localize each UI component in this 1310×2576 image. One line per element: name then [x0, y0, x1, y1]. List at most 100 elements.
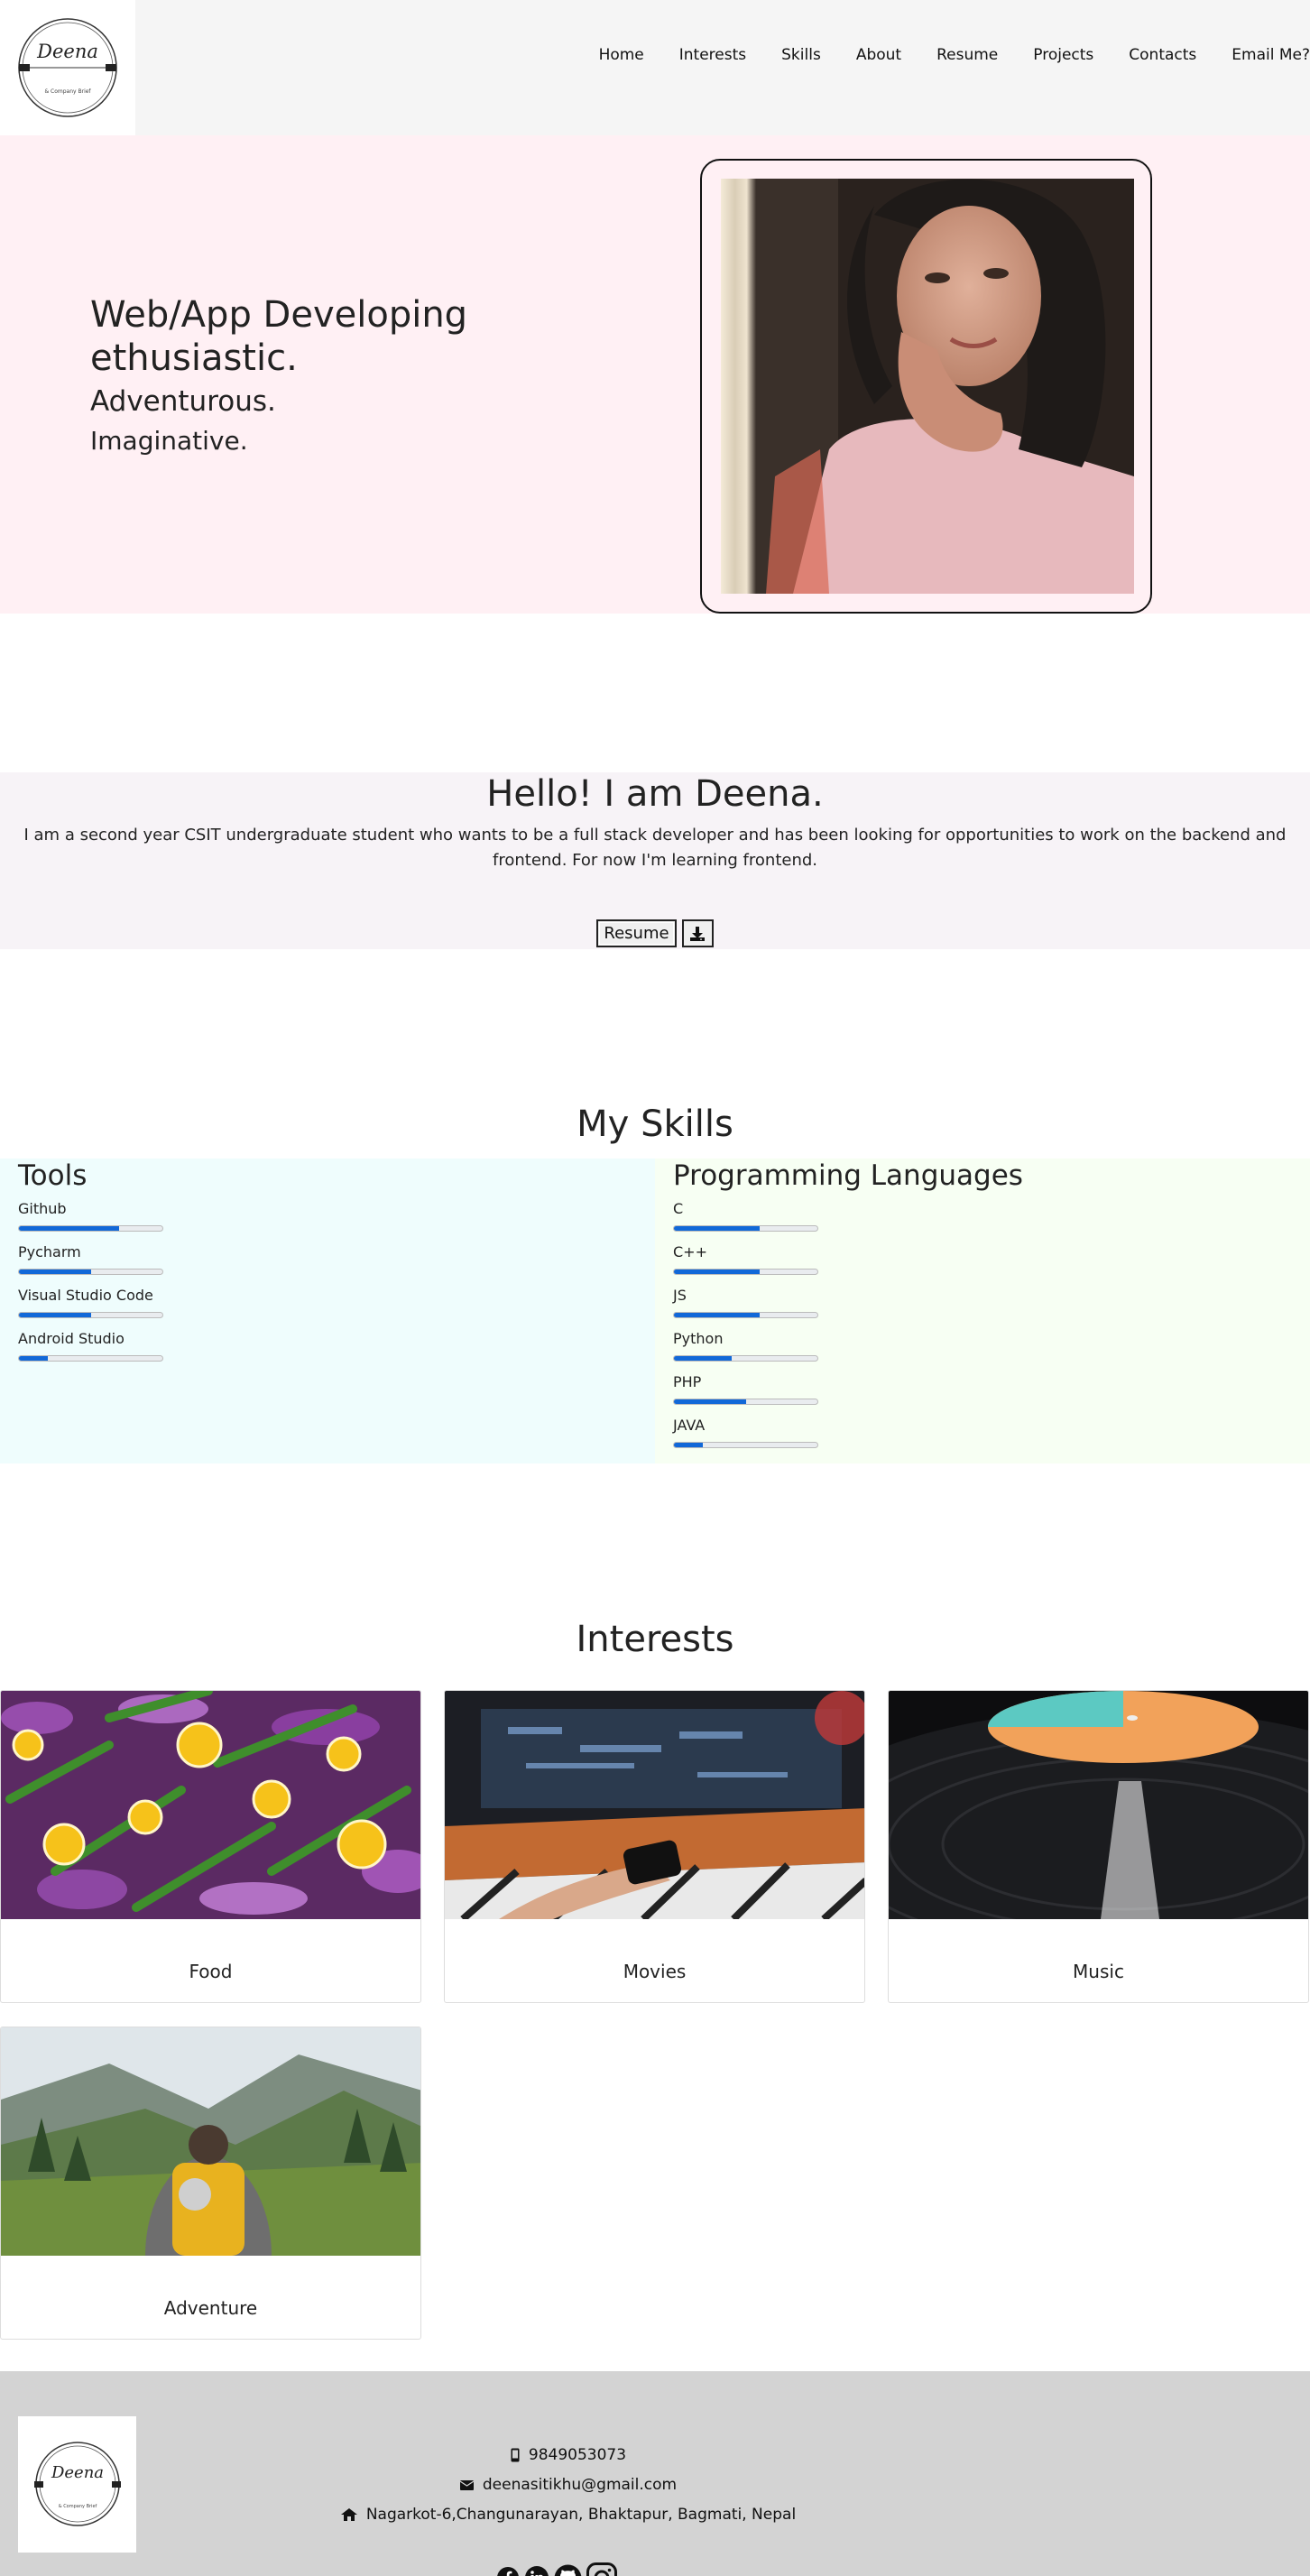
envelope-icon: [459, 2479, 474, 2490]
skill-item: Visual Studio Code: [18, 1287, 163, 1318]
hero-tagline: Web/App Developing ethusiastic.: [90, 294, 468, 379]
hero-photo-frame: [700, 159, 1152, 614]
home-icon: [340, 2508, 357, 2521]
skill-progress-fill: [19, 1226, 120, 1231]
hero-portrait-photo: [721, 179, 1134, 594]
languages-title: Programming Languages: [673, 1159, 1023, 1192]
skill-item: Python: [673, 1330, 818, 1362]
footer-email: deenasitikhu@gmail.com: [0, 2475, 1137, 2496]
deena-logo-graphic: Deena & Company Brief: [18, 18, 117, 117]
footer-phone: 9849053073: [0, 2445, 1137, 2468]
hero-adjective-2: Imaginative.: [90, 426, 248, 456]
food-image: [1, 1691, 420, 1919]
brand-logo[interactable]: Deena & Company Brief: [0, 0, 135, 135]
skills-title: My Skills: [577, 1103, 733, 1145]
tools-title: Tools: [18, 1159, 88, 1192]
email-address[interactable]: deenasitikhu@gmail.com: [483, 2475, 677, 2495]
skill-progress-fill: [674, 1313, 761, 1317]
nav-links: Home Interests Skills About Resume Proje…: [564, 45, 1310, 65]
skill-progress-fill: [19, 1270, 91, 1274]
interest-card-adventure[interactable]: Adventure: [0, 2027, 421, 2340]
nav-link-about[interactable]: About: [856, 45, 901, 65]
phone-number: 9849053073: [528, 2446, 627, 2464]
nav-link-projects[interactable]: Projects: [1033, 45, 1093, 65]
skill-item: JAVA: [673, 1417, 818, 1448]
movies-image: [445, 1691, 864, 1919]
adventure-image: [1, 2027, 420, 2256]
skill-name: Pycharm: [18, 1243, 81, 1260]
skill-progress-bar: [673, 1225, 818, 1232]
hero-adjective-1: Adventurous.: [90, 385, 276, 418]
hero-text: Web/App Developing ethusiastic. Adventur…: [90, 293, 632, 461]
skill-progress-fill: [674, 1399, 746, 1404]
instagram-icon[interactable]: [586, 2562, 617, 2576]
facebook-icon[interactable]: [496, 2566, 520, 2576]
skill-name: Visual Studio Code: [18, 1287, 153, 1304]
skill-progress-bar: [673, 1312, 818, 1318]
skill-progress-fill: [674, 1226, 761, 1231]
music-image: [889, 1691, 1308, 1919]
skill-name: Github: [18, 1200, 67, 1217]
top-navbar: Deena & Company Brief Home Interests Ski…: [0, 0, 1310, 135]
social-links: [496, 2562, 617, 2576]
interest-label: Food: [189, 1961, 233, 1982]
skill-progress-bar: [18, 1225, 163, 1232]
skill-progress-fill: [19, 1313, 91, 1317]
skill-item: C++: [673, 1243, 818, 1275]
skill-name: C++: [673, 1243, 707, 1260]
about-actions: Resume: [0, 919, 1310, 947]
address-text: Nagarkot-6,Changunarayan, Bhaktapur, Bag…: [365, 2506, 797, 2524]
interest-label: Adventure: [163, 2297, 258, 2319]
download-icon: [690, 926, 706, 941]
mobile-phone-icon: [511, 2448, 520, 2462]
skill-name: JS: [673, 1287, 687, 1304]
interest-card-food[interactable]: Food: [0, 1690, 421, 2003]
skill-progress-bar: [673, 1355, 818, 1362]
skill-progress-bar: [18, 1312, 163, 1318]
nav-link-home[interactable]: Home: [599, 45, 644, 65]
svg-text:Deena: Deena: [36, 41, 98, 62]
skill-item: Github: [18, 1200, 163, 1232]
skill-item: C: [673, 1200, 818, 1232]
github-icon[interactable]: [554, 2564, 582, 2576]
nav-link-resume[interactable]: Resume: [936, 45, 998, 65]
nav-link-skills[interactable]: Skills: [781, 45, 821, 65]
skill-name: C: [673, 1200, 684, 1217]
skill-item: Pycharm: [18, 1243, 163, 1275]
interests-title: Interests: [576, 1619, 734, 1660]
skill-name: Python: [673, 1330, 724, 1347]
skill-progress-bar: [18, 1355, 163, 1362]
interest-label: Music: [1073, 1961, 1124, 1982]
skill-progress-bar: [673, 1269, 818, 1275]
footer-address: Nagarkot-6,Changunarayan, Bhaktapur, Bag…: [0, 2505, 1137, 2526]
footer: Deena & Company Brief: [0, 2371, 1310, 2576]
interest-card-movies[interactable]: Movies: [444, 1690, 865, 2003]
skill-progress-fill: [674, 1443, 703, 1447]
linkedin-icon[interactable]: [524, 2565, 549, 2576]
skills-tools-panel: Tools Github Pycharm Visual Studio Code …: [0, 1159, 655, 1463]
nav-link-email[interactable]: Email Me?: [1232, 45, 1310, 65]
skill-name: JAVA: [673, 1417, 706, 1434]
download-resume-button[interactable]: [681, 919, 714, 947]
resume-button[interactable]: Resume: [596, 919, 677, 947]
skill-progress-bar: [673, 1442, 818, 1448]
interest-card-music[interactable]: Music: [888, 1690, 1309, 2003]
nav-link-contacts[interactable]: Contacts: [1129, 45, 1196, 65]
skill-name: PHP: [673, 1373, 702, 1390]
skills-languages-panel: Programming Languages C C++ JS Python PH…: [655, 1159, 1310, 1463]
about-title: Hello! I am Deena.: [486, 773, 824, 815]
skill-progress-bar: [673, 1399, 818, 1405]
skill-item: JS: [673, 1287, 818, 1318]
skill-progress-fill: [19, 1356, 48, 1361]
hero-section: Web/App Developing ethusiastic. Adventur…: [0, 135, 1310, 614]
svg-text:& Company Brief: & Company Brief: [44, 88, 91, 95]
skill-progress-fill: [674, 1356, 732, 1361]
nav-link-interests[interactable]: Interests: [679, 45, 746, 65]
skill-item: PHP: [673, 1373, 818, 1405]
about-section: Hello! I am Deena. I am a second year CS…: [0, 772, 1310, 949]
interest-label: Movies: [623, 1961, 687, 1982]
skill-name: Android Studio: [18, 1330, 125, 1347]
skill-item: Android Studio: [18, 1330, 163, 1362]
skill-progress-bar: [18, 1269, 163, 1275]
about-description: I am a second year CSIT undergraduate st…: [23, 826, 1287, 870]
